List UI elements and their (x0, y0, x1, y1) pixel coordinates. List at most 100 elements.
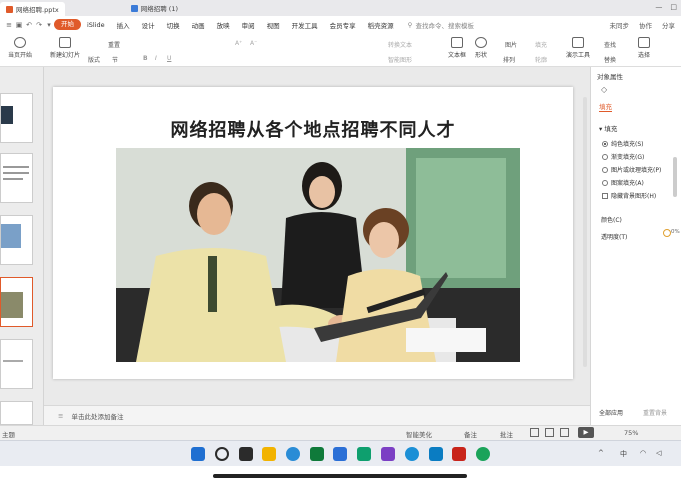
font-grow-button[interactable]: A⁺ (235, 40, 242, 47)
menu-item-devtools[interactable]: 开发工具 (286, 20, 324, 30)
slide-thumbnail[interactable] (0, 93, 33, 143)
command-search[interactable]: ⚲ 查找命令、搜索模板 (408, 20, 474, 30)
save-icon[interactable]: ▣ (14, 21, 24, 29)
redo-icon[interactable]: ↷ (34, 21, 44, 29)
radio-solid-fill[interactable]: 纯色填充(S) (602, 139, 644, 148)
collab-button[interactable]: 协作 (639, 20, 652, 30)
search-taskbar-icon[interactable] (215, 447, 229, 461)
menu-item-transition[interactable]: 切换 (161, 20, 186, 30)
maximize-icon[interactable]: □ (670, 3, 677, 11)
browser-icon[interactable] (405, 447, 419, 461)
transparency-slider-knob[interactable] (663, 229, 671, 237)
tab-file-active[interactable]: 网络招聘.pptx (0, 2, 65, 16)
replace-button[interactable]: 替换 (604, 55, 616, 64)
slide-thumbnail[interactable] (0, 153, 33, 203)
shape-button[interactable]: 形状 (475, 37, 487, 59)
fill-button[interactable]: 填充 (535, 40, 547, 49)
slide-title[interactable]: 网络招聘从各个地点招聘不同人才 (53, 116, 573, 142)
select-button[interactable]: 选择 (638, 37, 650, 59)
wechat-icon[interactable] (357, 447, 371, 461)
panel-scrollbar[interactable] (673, 157, 677, 197)
normal-view-icon[interactable] (530, 428, 539, 437)
radio-pattern-fill[interactable]: 图案填充(A) (602, 178, 644, 187)
fill-bucket-icon[interactable]: ◇ (601, 85, 607, 94)
textbox-button[interactable]: 文本框 (448, 37, 466, 59)
section-button[interactable]: 节 (112, 55, 118, 64)
font-shrink-button[interactable]: A⁻ (250, 40, 257, 47)
slide-thumbnail[interactable] (0, 401, 33, 425)
reset-background-button[interactable]: 重置背景 (643, 408, 667, 417)
smart-beautify-button[interactable]: 智能美化 (406, 429, 432, 439)
menu-item-home[interactable]: 开始 (54, 19, 81, 30)
new-slide-button[interactable]: 新建幻灯片 (50, 37, 80, 59)
slide-thumbnail[interactable] (0, 339, 33, 389)
app-icon-teal[interactable] (429, 447, 443, 461)
menu-item-resources[interactable]: 稻壳资源 (362, 20, 400, 30)
menu-item-insert[interactable]: 插入 (111, 20, 136, 30)
radio-solid-fill-dot[interactable] (602, 140, 608, 147)
slide-sorter-icon[interactable] (545, 428, 554, 437)
menu-item-islide[interactable]: iSlide (81, 21, 111, 29)
bold-button[interactable]: B (143, 55, 148, 62)
checkbox-hide-background[interactable]: 隐藏背景图形(H) (602, 191, 656, 200)
wifi-icon[interactable]: ◠ (640, 449, 646, 457)
show-tools-button[interactable]: 演示工具 (566, 37, 590, 59)
start-menu-icon[interactable] (191, 447, 205, 461)
play-slideshow-icon[interactable]: ▶ (578, 427, 594, 438)
slide-thumbnail[interactable] (0, 215, 33, 265)
menu-item-animation[interactable]: 动画 (186, 20, 211, 30)
task-view-icon[interactable] (239, 447, 253, 461)
radio-gradient-fill-dot[interactable] (602, 153, 608, 160)
share-button[interactable]: 分享 (662, 20, 675, 30)
radio-picture-fill-dot[interactable] (602, 166, 608, 173)
current-slide[interactable]: 网络招聘从各个地点招聘不同人才 (53, 87, 573, 379)
arrange-button[interactable]: 排列 (503, 55, 515, 64)
menu-item-review[interactable]: 审阅 (236, 20, 261, 30)
notes-toggle-button[interactable]: 备注 (464, 429, 477, 439)
canvas-scrollbar[interactable] (583, 97, 587, 367)
fill-section-header[interactable]: ▾ 填充 (599, 123, 617, 133)
minimize-icon[interactable]: — (655, 3, 662, 11)
slide-thumbnail-selected[interactable] (0, 277, 33, 327)
zoom-level[interactable]: 75% (624, 429, 638, 437)
menu-icon[interactable]: ≡ (4, 21, 14, 29)
sync-status[interactable]: 未同步 (610, 20, 630, 30)
comment-button[interactable]: 批注 (500, 429, 513, 439)
menu-item-view[interactable]: 视图 (261, 20, 286, 30)
layout-button[interactable]: 版式 (88, 55, 100, 64)
wps-icon[interactable] (452, 447, 466, 461)
menu-item-member[interactable]: 会员专享 (324, 20, 362, 30)
underline-button[interactable]: U (167, 55, 171, 62)
volume-icon[interactable]: ◁ (656, 449, 661, 457)
reading-view-icon[interactable] (560, 428, 569, 437)
play-current-button[interactable]: 当页开始 (8, 37, 32, 59)
undo-icon[interactable]: ↶ (24, 21, 34, 29)
tab-fill[interactable]: 填充 (599, 101, 612, 112)
notes-pane[interactable]: ≡ 单击此处添加备注 (44, 405, 590, 425)
store-icon[interactable] (310, 447, 324, 461)
radio-gradient-fill[interactable]: 渐变填充(G) (602, 152, 644, 161)
italic-button[interactable]: I (155, 55, 157, 62)
smart-shape-button[interactable]: 智能图形 (388, 55, 412, 64)
apply-all-button[interactable]: 全部应用 (599, 408, 623, 417)
image-button[interactable]: 图片 (505, 40, 517, 49)
transparency-value[interactable]: 0% (671, 229, 680, 235)
checkbox-hide-background-box[interactable] (602, 192, 608, 199)
app-icon-blue[interactable] (333, 447, 347, 461)
convert-text-button[interactable]: 转换文本 (388, 40, 412, 49)
dropdown-icon[interactable]: ▾ (44, 21, 54, 29)
outline-button[interactable]: 轮廓 (535, 55, 547, 64)
menu-item-slideshow[interactable]: 放映 (211, 20, 236, 30)
recruitment-photo[interactable] (116, 148, 520, 362)
chat-app-icon[interactable] (476, 447, 490, 461)
edge-browser-icon[interactable] (286, 447, 300, 461)
radio-pattern-fill-dot[interactable] (602, 179, 608, 186)
reset-button[interactable]: 重置 (108, 40, 120, 49)
menu-item-design[interactable]: 设计 (136, 20, 161, 30)
theme-label[interactable]: 主题 (2, 429, 15, 439)
radio-picture-fill[interactable]: 图片或纹理填充(P) (602, 165, 661, 174)
input-method-indicator[interactable]: 中 (620, 449, 627, 459)
tab-file-second[interactable]: 网络招聘 (1) (125, 1, 184, 15)
tray-chevron-icon[interactable]: ^ (598, 449, 604, 457)
file-explorer-icon[interactable] (262, 447, 276, 461)
